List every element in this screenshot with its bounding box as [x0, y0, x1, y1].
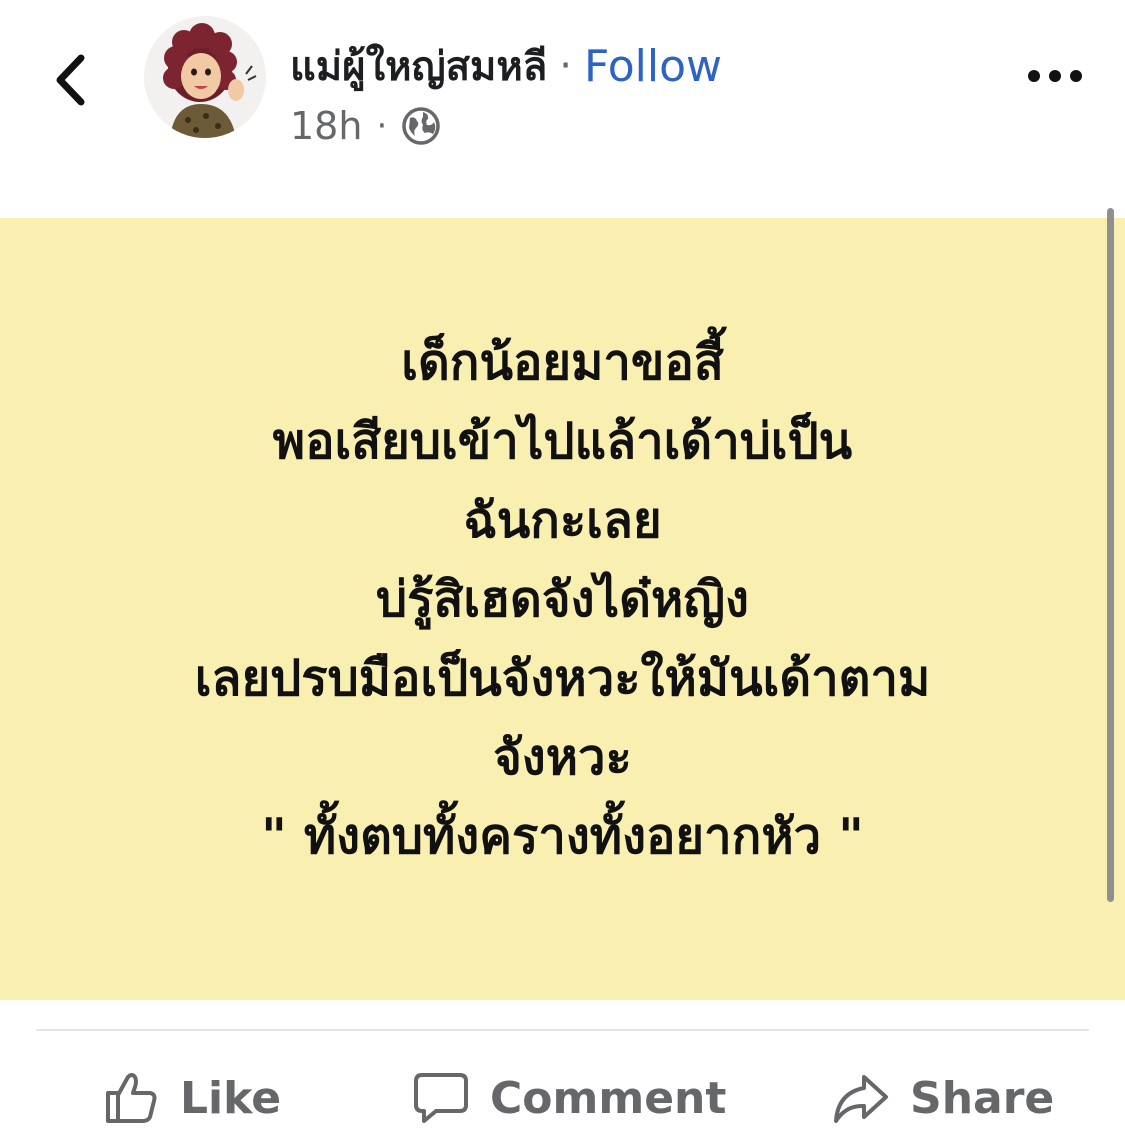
post-header-line: แม่ผู้ใหญ่สมหลี · Follow [290, 34, 722, 98]
post-text: เด็กน้อยมาขอสี้ พอเสียบเข้าไปแล้าเด้าบ่เ… [195, 323, 931, 876]
scrollbar[interactable] [1107, 208, 1114, 902]
more-options-button[interactable] [1020, 56, 1090, 96]
meta-separator: · [376, 106, 388, 146]
post-action-bar: Like Comment Share [0, 1058, 1125, 1138]
facebook-post-view: แม่ผู้ใหญ่สมหลี · Follow 18h · เด็กน้อยม… [0, 0, 1125, 1147]
post-text-line: " ทั้งตบทั้งครางทั้งอยากหัว " [261, 807, 864, 865]
post-text-line: บ่รู้สิเฮดจังได๋หญิง [376, 570, 749, 628]
post-text-line: เด็กน้อยมาขอสี้ [401, 333, 724, 391]
like-label: Like [180, 1072, 282, 1124]
post-text-line: จังหวะ [493, 728, 632, 786]
author-avatar[interactable] [144, 16, 266, 138]
thumbs-up-icon [106, 1073, 157, 1123]
post-text-card: เด็กน้อยมาขอสี้ พอเสียบเข้าไปแล้าเด้าบ่เ… [0, 218, 1125, 1000]
like-button[interactable]: Like [102, 1058, 281, 1138]
comment-label: Comment [490, 1072, 727, 1124]
more-horizontal-icon [1028, 70, 1082, 82]
action-divider [36, 1029, 1089, 1031]
comment-button[interactable]: Comment [412, 1058, 726, 1138]
chevron-left-icon [56, 54, 85, 106]
post-text-line: พอเสียบเข้าไปแล้าเด้าบ่เป็น [272, 412, 853, 470]
follow-button[interactable]: Follow [584, 41, 722, 92]
share-label: Share [910, 1072, 1055, 1124]
globe-icon [402, 107, 440, 145]
header-separator: · [559, 43, 572, 89]
back-button[interactable] [40, 40, 100, 120]
share-button[interactable]: Share [832, 1058, 1054, 1138]
post-timestamp[interactable]: 18h [290, 104, 362, 148]
comment-bubble-icon [414, 1073, 468, 1123]
author-name[interactable]: แม่ผู้ใหญ่สมหลี [290, 34, 547, 98]
share-arrow-icon [834, 1075, 888, 1123]
post-meta: 18h · [290, 104, 441, 148]
avatar-image [144, 16, 266, 138]
post-text-line: เลยปรบมือเป็นจังหวะให้มันเด้าตาม [194, 649, 931, 707]
post-text-line: ฉันกะเลย [463, 491, 662, 549]
